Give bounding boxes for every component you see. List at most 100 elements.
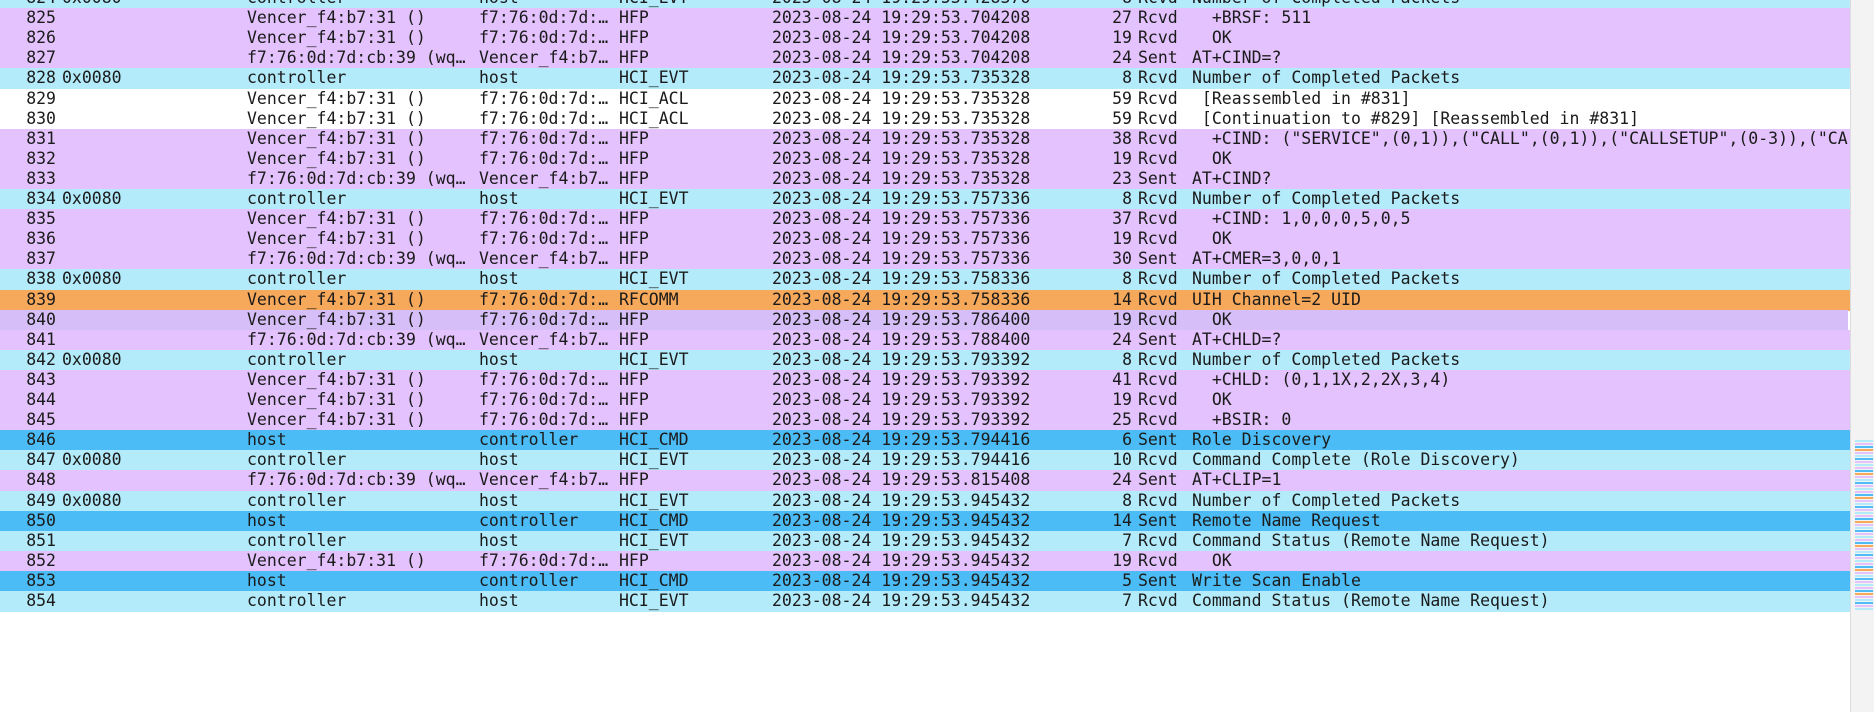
packet-protocol: RFCOMM	[619, 289, 679, 309]
packet-direction: Rcvd	[1138, 148, 1178, 168]
packet-info: Write Scan Enable	[1192, 570, 1361, 590]
packet-row[interactable]: 836 Vencer_f4:b7:31 () f7:76:0d:7d:… HFP 202…	[0, 229, 1850, 251]
packet-row[interactable]: 826 Vencer_f4:b7:31 () f7:76:0d:7d:… HFP 202…	[0, 28, 1850, 50]
packet-list[interactable]: 8240x0080controllerhostHCI_EVT2023-08-24…	[0, 0, 1850, 712]
packet-time: 2023-08-24 19:29:53.757336	[772, 229, 1031, 249]
packet-row[interactable]: 830 Vencer_f4:b7:31 () f7:76:0d:7d:… HCI_AC…	[0, 108, 1850, 130]
packet-time: 2023-08-24 19:29:53.735328	[772, 68, 1031, 88]
packet-id: 0x0080	[62, 490, 122, 510]
packet-destination: f7:76:0d:7d:…	[479, 369, 609, 389]
packet-protocol: HFP	[619, 209, 649, 229]
minimap-stripe	[1855, 554, 1873, 556]
packet-row[interactable]: 829 Vencer_f4:b7:31 () f7:76:0d:7d:… HCI_AC…	[0, 88, 1850, 110]
packet-row[interactable]: 843 Vencer_f4:b7:31 () f7:76:0d:7d:… HFP 202…	[0, 369, 1850, 391]
packet-info: OK	[1192, 390, 1232, 409]
minimap-stripe	[1855, 536, 1873, 538]
packet-destination: host	[479, 530, 519, 550]
minimap-stripe	[1855, 476, 1873, 478]
packet-row[interactable]: 834 0x0080 controller host HCI_EVT 2023-08-24…	[0, 189, 1850, 210]
packet-source: Vencer_f4:b7:31 ()	[247, 148, 426, 168]
packet-source: Vencer_f4:b7:31 ()	[247, 88, 426, 108]
packet-row[interactable]: 845 Vencer_f4:b7:31 () f7:76:0d:7d:… HFP 202…	[0, 410, 1850, 432]
packet-info: Number of Completed Packets	[1192, 68, 1461, 88]
packet-row[interactable]: 841 f7:76:0d:7d:cb:39 (wq… Vencer_f4:b7… HF…	[0, 329, 1850, 351]
packet-minimap[interactable]	[1855, 0, 1873, 712]
packet-row[interactable]: 849 0x0080 controller host HCI_EVT 2023-08-24…	[0, 490, 1850, 512]
minimap-stripe	[1855, 560, 1873, 562]
packet-row[interactable]: 840 Vencer_f4:b7:31 () f7:76:0d:7d:… HFP 202…	[0, 309, 1848, 331]
packet-protocol: HFP	[619, 410, 649, 430]
packet-destination: f7:76:0d:7d:…	[479, 128, 609, 148]
packet-row[interactable]: 850 host controller HCI_CMD 2023-08-24 19:29…	[0, 510, 1850, 532]
packet-info: Role Discovery	[1192, 430, 1332, 450]
minimap-stripe	[1855, 584, 1873, 586]
packet-info: +CHLD: (0,1,1X,2,2X,3,4)	[1192, 369, 1451, 389]
packet-row[interactable]: 825 Vencer_f4:b7:31 () f7:76:0d:7d:… HFP 202…	[0, 8, 1850, 30]
packet-info: Number of Completed Packets	[1192, 269, 1461, 289]
packet-destination: host	[479, 591, 519, 610]
packet-protocol: HFP	[619, 148, 649, 168]
packet-row[interactable]: 832 Vencer_f4:b7:31 () f7:76:0d:7d:… HFP 202…	[0, 148, 1850, 170]
minimap-stripe	[1855, 485, 1873, 487]
packet-direction: Rcvd	[1138, 269, 1178, 289]
packet-destination: controller	[479, 510, 579, 530]
packet-number: 837	[26, 249, 56, 269]
packet-row[interactable]: 852 Vencer_f4:b7:31 () f7:76:0d:7d:… HFP 202…	[0, 550, 1850, 572]
packet-direction: Rcvd	[1138, 229, 1178, 249]
packet-time: 2023-08-24 19:29:53.945432	[772, 591, 1031, 610]
packet-row[interactable]: 853 host controller HCI_CMD 2023-08-24 19:29…	[0, 570, 1850, 592]
packet-direction: Rcvd	[1138, 0, 1190, 8]
packet-direction: Rcvd	[1138, 68, 1178, 88]
packet-row[interactable]: 848 f7:76:0d:7d:cb:39 (wq… Vencer_f4:b7… HF…	[0, 470, 1850, 492]
packet-destination: f7:76:0d:7d:…	[479, 148, 609, 168]
minimap-stripe	[1855, 590, 1873, 592]
packet-row[interactable]: 831 Vencer_f4:b7:31 () f7:76:0d:7d:… HFP 202…	[0, 128, 1850, 150]
vertical-scrollbar[interactable]	[1850, 0, 1874, 712]
minimap-stripe	[1855, 575, 1873, 577]
packet-row[interactable]: 844 Vencer_f4:b7:31 () f7:76:0d:7d:… HFP 202…	[0, 390, 1850, 411]
packet-length: 7	[1122, 591, 1132, 610]
packet-source: controller	[247, 530, 347, 550]
minimap-stripe	[1855, 545, 1873, 547]
packet-row[interactable]: 833 f7:76:0d:7d:cb:39 (wq… Vencer_f4:b7… HF…	[0, 168, 1850, 190]
packet-number: 834	[26, 189, 56, 208]
packet-direction: Sent	[1138, 430, 1178, 450]
packet-info: Command Status (Remote Name Request)	[1192, 591, 1550, 610]
packet-length: 38	[1112, 128, 1132, 148]
packet-destination: host	[479, 0, 615, 8]
packet-destination: Vencer_f4:b7…	[479, 249, 609, 269]
packet-number: 835	[26, 209, 56, 229]
minimap-stripe	[1855, 533, 1873, 535]
packet-number: 826	[26, 28, 56, 48]
packet-source: host	[247, 430, 287, 450]
minimap-stripe	[1855, 602, 1873, 604]
packet-row[interactable]: 827 f7:76:0d:7d:cb:39 (wq… Vencer_f4:b7… HF…	[0, 48, 1850, 70]
packet-destination: host	[479, 349, 519, 369]
packet-destination: host	[479, 189, 519, 208]
packet-row[interactable]: 835 Vencer_f4:b7:31 () f7:76:0d:7d:… HFP 202…	[0, 209, 1850, 231]
packet-row[interactable]: 842 0x0080 controller host HCI_EVT 2023-08-24…	[0, 349, 1850, 371]
packet-row[interactable]: 847 0x0080 controller host HCI_EVT 2023-08-24…	[0, 450, 1850, 472]
minimap-stripe	[1855, 521, 1873, 523]
packet-info: OK	[1192, 229, 1232, 249]
packet-row[interactable]: 854 controller host HCI_EVT 2023-08-24 19:29…	[0, 591, 1850, 612]
packet-length: 19	[1112, 229, 1132, 249]
packet-source: Vencer_f4:b7:31 ()	[247, 108, 426, 128]
minimap-stripe	[1855, 506, 1873, 508]
minimap-stripe	[1855, 509, 1873, 511]
packet-length: 8	[1122, 68, 1132, 88]
minimap-stripe	[1855, 479, 1873, 481]
packet-row[interactable]: 846 host controller HCI_CMD 2023-08-24 19:29…	[0, 430, 1850, 452]
packet-destination: host	[479, 68, 519, 88]
packet-time: 2023-08-24 19:29:53.793392	[772, 349, 1031, 369]
packet-time: 2023-08-24 19:29:53.794416	[772, 430, 1031, 450]
packet-row[interactable]: 839 Vencer_f4:b7:31 () f7:76:0d:7d:… RFCOMM…	[0, 289, 1850, 311]
packet-row[interactable]: 837 f7:76:0d:7d:cb:39 (wq… Vencer_f4:b7… HF…	[0, 249, 1850, 271]
packet-source: host	[247, 510, 287, 530]
packet-row[interactable]: 838 0x0080 controller host HCI_EVT 2023-08-24…	[0, 269, 1850, 291]
packet-time: 2023-08-24 19:29:53.945432	[772, 570, 1031, 590]
packet-direction: Sent	[1138, 510, 1178, 530]
packet-row[interactable]: 828 0x0080 controller host HCI_EVT 2023-08-24…	[0, 68, 1850, 90]
packet-number: 830	[26, 108, 56, 128]
packet-row[interactable]: 851 controller host HCI_EVT 2023-08-24 19:29…	[0, 530, 1850, 552]
